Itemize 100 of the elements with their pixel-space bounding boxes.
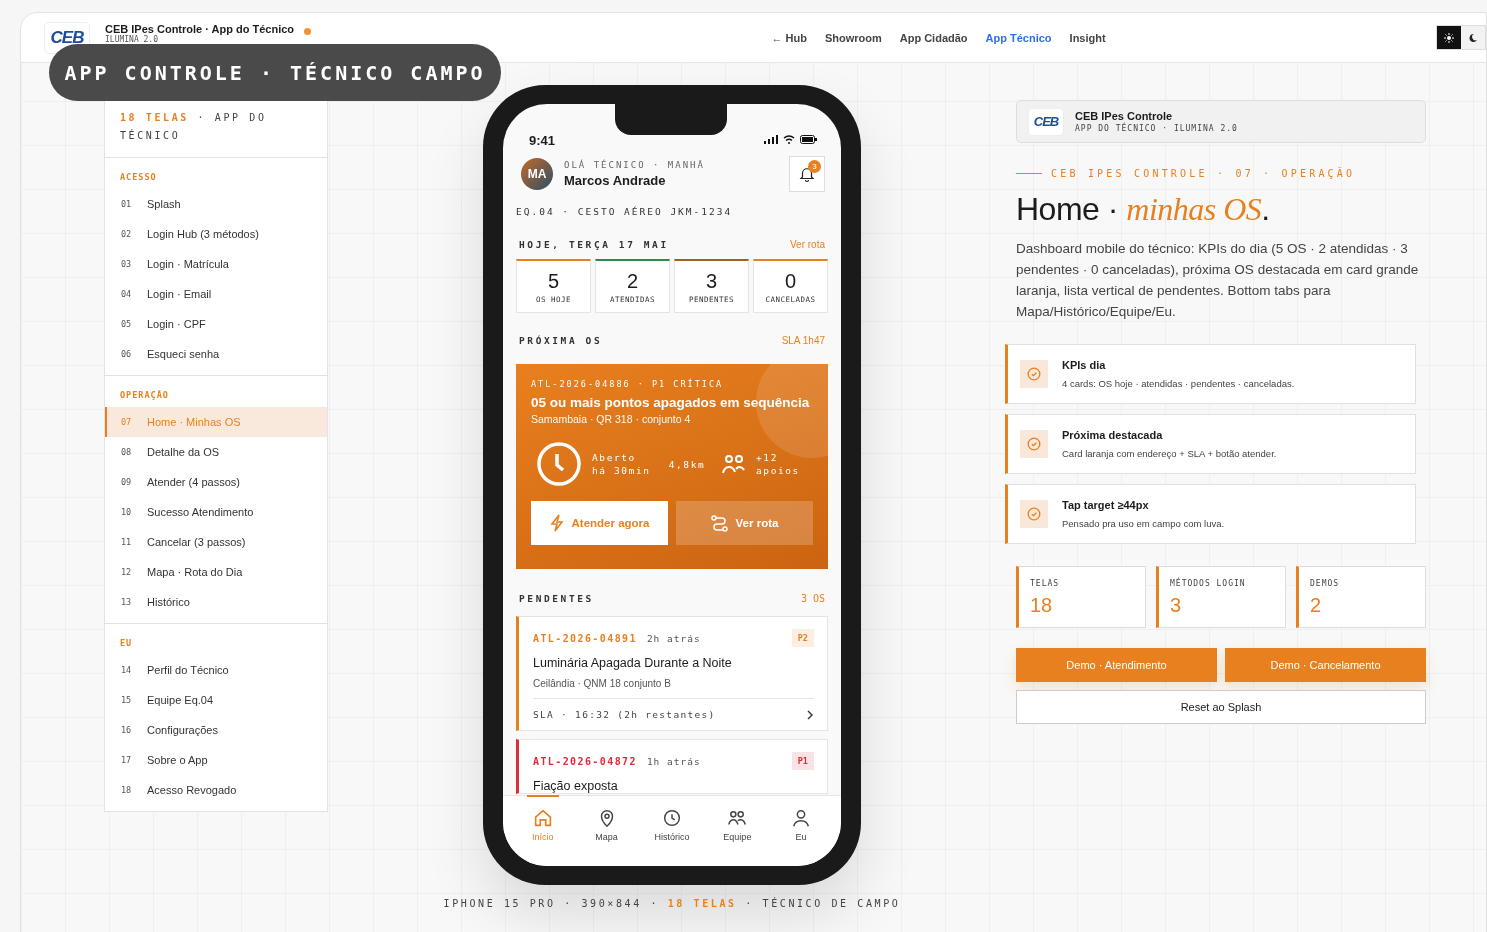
sidebar-item[interactable]: 11 Cancelar (3 passos): [105, 527, 327, 557]
stat-value: 18: [1030, 594, 1054, 617]
sla-label: SLA 1h47: [781, 335, 825, 346]
tab-item[interactable]: Histórico: [654, 795, 690, 866]
pending-order-card[interactable]: ATL-2026-04891 2h atrás P2 Luminária Apagada Durante a Noite Ceilândia · QNM 18 conjunto B SLA · 16:32 (2h restantes): [516, 616, 828, 731]
item-number: 05: [121, 319, 133, 329]
feature-text: 4 cards: OS hoje · atendidas · pendentes · canceladas.: [1062, 378, 1295, 389]
distance: 4,8km: [667, 458, 707, 470]
light-theme-button[interactable]: [1437, 26, 1461, 49]
tab-item[interactable]: Equipe: [721, 795, 754, 866]
item-label: Sucesso Atendimento: [147, 506, 254, 518]
tab-item[interactable]: Mapa: [590, 795, 623, 866]
order-title: Fiação exposta: [533, 779, 619, 793]
item-number: 18: [121, 785, 133, 795]
clock-time: 9:41: [529, 133, 556, 148]
sla-info: SLA · 16:32 (2h restantes): [533, 709, 716, 720]
order-age: 2h atrás: [646, 632, 701, 644]
item-number: 13: [121, 597, 133, 607]
route-icon: [710, 514, 728, 532]
check-circle-icon: [1027, 367, 1041, 381]
sidebar-item[interactable]: 05 Login · CPF: [105, 309, 327, 339]
order-title: Luminária Apagada Durante a Noite: [533, 656, 733, 670]
item-label: Home · Minhas OS: [147, 416, 241, 428]
pending-order-card[interactable]: ATL-2026-04872 1h atrás P1 Fiação exposta: [516, 739, 828, 794]
feature-text: Card laranja com endereço + SLA + botão atender.: [1062, 448, 1277, 459]
item-label: Login Hub (3 métodos): [147, 228, 259, 240]
item-number: 03: [121, 259, 133, 269]
chevron-right-icon: [807, 709, 814, 720]
logo: CEB: [1029, 108, 1063, 135]
check-circle-icon: [1027, 437, 1041, 451]
nav-link[interactable]: Showroom: [824, 31, 882, 44]
battery-icon: [800, 135, 817, 144]
sidebar-item[interactable]: 08 Detalhe da OS: [105, 437, 327, 467]
priority-badge: P1: [791, 752, 814, 770]
sidebar-item[interactable]: 06 Esqueci senha: [105, 339, 327, 369]
section-label: PRÓXIMA OS: [519, 335, 603, 346]
item-number: 17: [121, 755, 133, 765]
wifi-icon: [783, 135, 795, 144]
dark-theme-button[interactable]: [1461, 26, 1485, 49]
stat-value: 2: [1310, 594, 1323, 617]
clock-icon: [536, 441, 582, 487]
order-code: ATL-2026-04891: [533, 632, 637, 644]
tab-item[interactable]: Eu: [785, 795, 817, 866]
kpi-value: 5: [547, 269, 560, 293]
priority-badge: P2: [791, 629, 814, 647]
order-code: ATL-2026-04872: [533, 755, 637, 767]
nav-link[interactable]: ← Hub: [771, 31, 807, 44]
sidebar-item[interactable]: 14 Perfil do Técnico: [105, 655, 327, 685]
order-address: Ceilândia · QNM 18 conjunto B: [533, 678, 672, 689]
sidebar-item[interactable]: 16 Configurações: [105, 715, 327, 745]
brand-title: CEB IPes Controle: [1075, 110, 1174, 122]
stat-label: MÉTODOS LOGIN: [1170, 579, 1247, 588]
item-number: 10: [121, 507, 133, 517]
item-label: Esqueci senha: [147, 348, 220, 360]
sun-icon: [1444, 32, 1454, 43]
sidebar-item[interactable]: 01 Splash: [105, 189, 327, 219]
nav-link[interactable]: App Técnico: [985, 31, 1052, 44]
stat-value: 3: [1170, 594, 1183, 617]
order-address: Samambaia · QR 318 · conjunto 4: [531, 413, 692, 425]
sidebar-item[interactable]: 09 Atender (4 passos): [105, 467, 327, 497]
greeting: OLÁ TÉCNICO · MANHÃ: [564, 160, 705, 170]
item-number: 08: [121, 447, 133, 457]
nav-link[interactable]: App Cidadão: [899, 31, 968, 44]
group-title: ACESSO: [119, 172, 158, 184]
feature-title: Tap target ≥44px: [1062, 499, 1150, 511]
item-number: 12: [121, 567, 133, 577]
feature-title: KPIs dia: [1062, 359, 1107, 371]
sidebar-item[interactable]: 12 Mapa · Rota do Dia: [105, 557, 327, 587]
nav-link[interactable]: Insight: [1069, 31, 1106, 44]
description: Dashboard mobile do técnico: KPIs do dia (5 OS · 2 atendidas · 3 pendentes · 0 canceladas), próxima OS destacada em card grande laranja, lista vertical de pendentes. Bottom tabs para Mapa/Histórico/Equipe/Eu.: [1016, 240, 1420, 321]
item-label: Sobre o App: [147, 754, 208, 766]
item-number: 06: [121, 349, 133, 359]
item-number: 09: [121, 477, 133, 487]
sidebar-item[interactable]: 17 Sobre o App: [105, 745, 327, 775]
people-icon: [722, 453, 746, 475]
item-number: 11: [121, 537, 133, 547]
sidebar-item[interactable]: 02 Login Hub (3 métodos): [105, 219, 327, 249]
item-label: Atender (4 passos): [147, 476, 240, 488]
moon-icon: [1468, 32, 1478, 43]
sidebar-item[interactable]: 10 Sucesso Atendimento: [105, 497, 327, 527]
order-age: 1h atrás: [646, 755, 701, 767]
item-label: Acesso Revogado: [147, 784, 237, 796]
item-label: Splash: [147, 198, 181, 210]
item-label: Login · Matrícula: [147, 258, 229, 270]
item-number: 02: [121, 229, 133, 239]
sidebar-item[interactable]: 03 Login · Matrícula: [105, 249, 327, 279]
item-number: 04: [121, 289, 133, 299]
open-time: Aberto há 30min: [592, 451, 652, 477]
bell-icon: [798, 165, 816, 183]
kpi-value: 0: [784, 269, 797, 293]
sidebar-item[interactable]: 13 Histórico: [105, 587, 327, 617]
action-button[interactable]: Reset ao Splash: [1016, 690, 1426, 724]
item-number: 16: [121, 725, 133, 735]
item-number: 07: [121, 417, 133, 427]
feature-title: Próxima destacada: [1062, 429, 1164, 441]
kpi-value: 3: [705, 269, 718, 293]
sidebar-item[interactable]: 18 Acesso Revogado: [105, 775, 327, 805]
pending-count: 3 OS: [800, 593, 825, 604]
sidebar-item[interactable]: 04 Login · Email: [105, 279, 327, 309]
sidebar-item[interactable]: 15 Equipe Eq.04: [105, 685, 327, 715]
